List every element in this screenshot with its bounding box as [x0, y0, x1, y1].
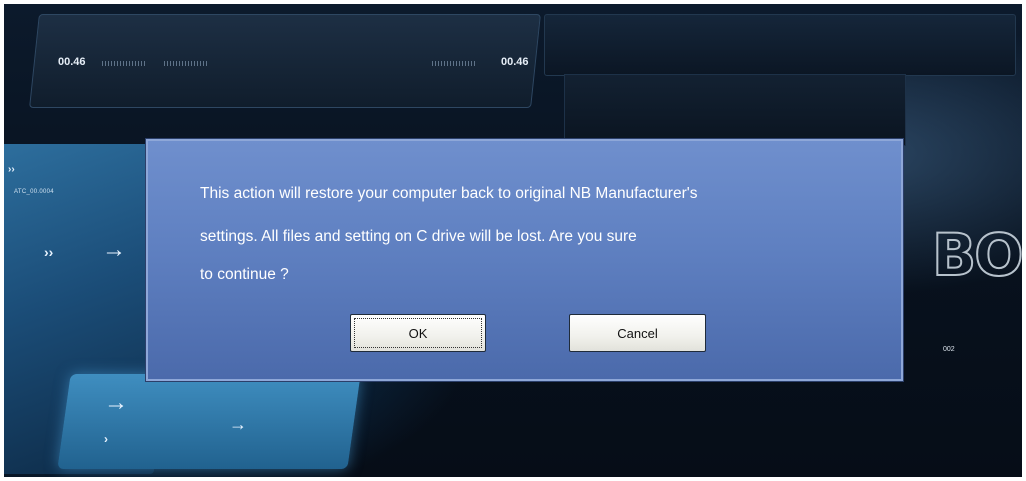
- arrow-right-icon: →: [229, 414, 247, 434]
- side-label: ATC_00.0004: [14, 189, 54, 195]
- double-chevron-icon: ››: [44, 244, 54, 260]
- background-panel: [564, 74, 906, 146]
- restore-confirmation-dialog: This action will restore your computer b…: [146, 139, 903, 381]
- tick-marks: [164, 61, 208, 66]
- dialog-message-line-2: settings. All files and setting on C dri…: [200, 228, 637, 245]
- double-chevron-icon: ››: [8, 164, 15, 175]
- time-readout-left: 00.46: [58, 56, 86, 68]
- chevron-right-icon: ›: [104, 432, 108, 446]
- tick-marks: [432, 61, 476, 66]
- arrow-right-icon: →: [104, 389, 128, 416]
- arrow-right-icon: →: [102, 236, 126, 263]
- time-readout-right: 00.46: [501, 56, 529, 68]
- brand-logo: BO: [931, 221, 1022, 289]
- dialog-message-line-3: to continue ?: [200, 266, 289, 283]
- bottom-panel: [57, 374, 361, 469]
- ok-button[interactable]: OK: [350, 314, 486, 352]
- background-number: 002: [943, 346, 955, 353]
- cancel-button[interactable]: Cancel: [569, 314, 706, 352]
- tick-marks: [102, 61, 146, 66]
- timeline-bar-right: [544, 14, 1016, 76]
- dialog-message-line-1: This action will restore your computer b…: [200, 185, 698, 202]
